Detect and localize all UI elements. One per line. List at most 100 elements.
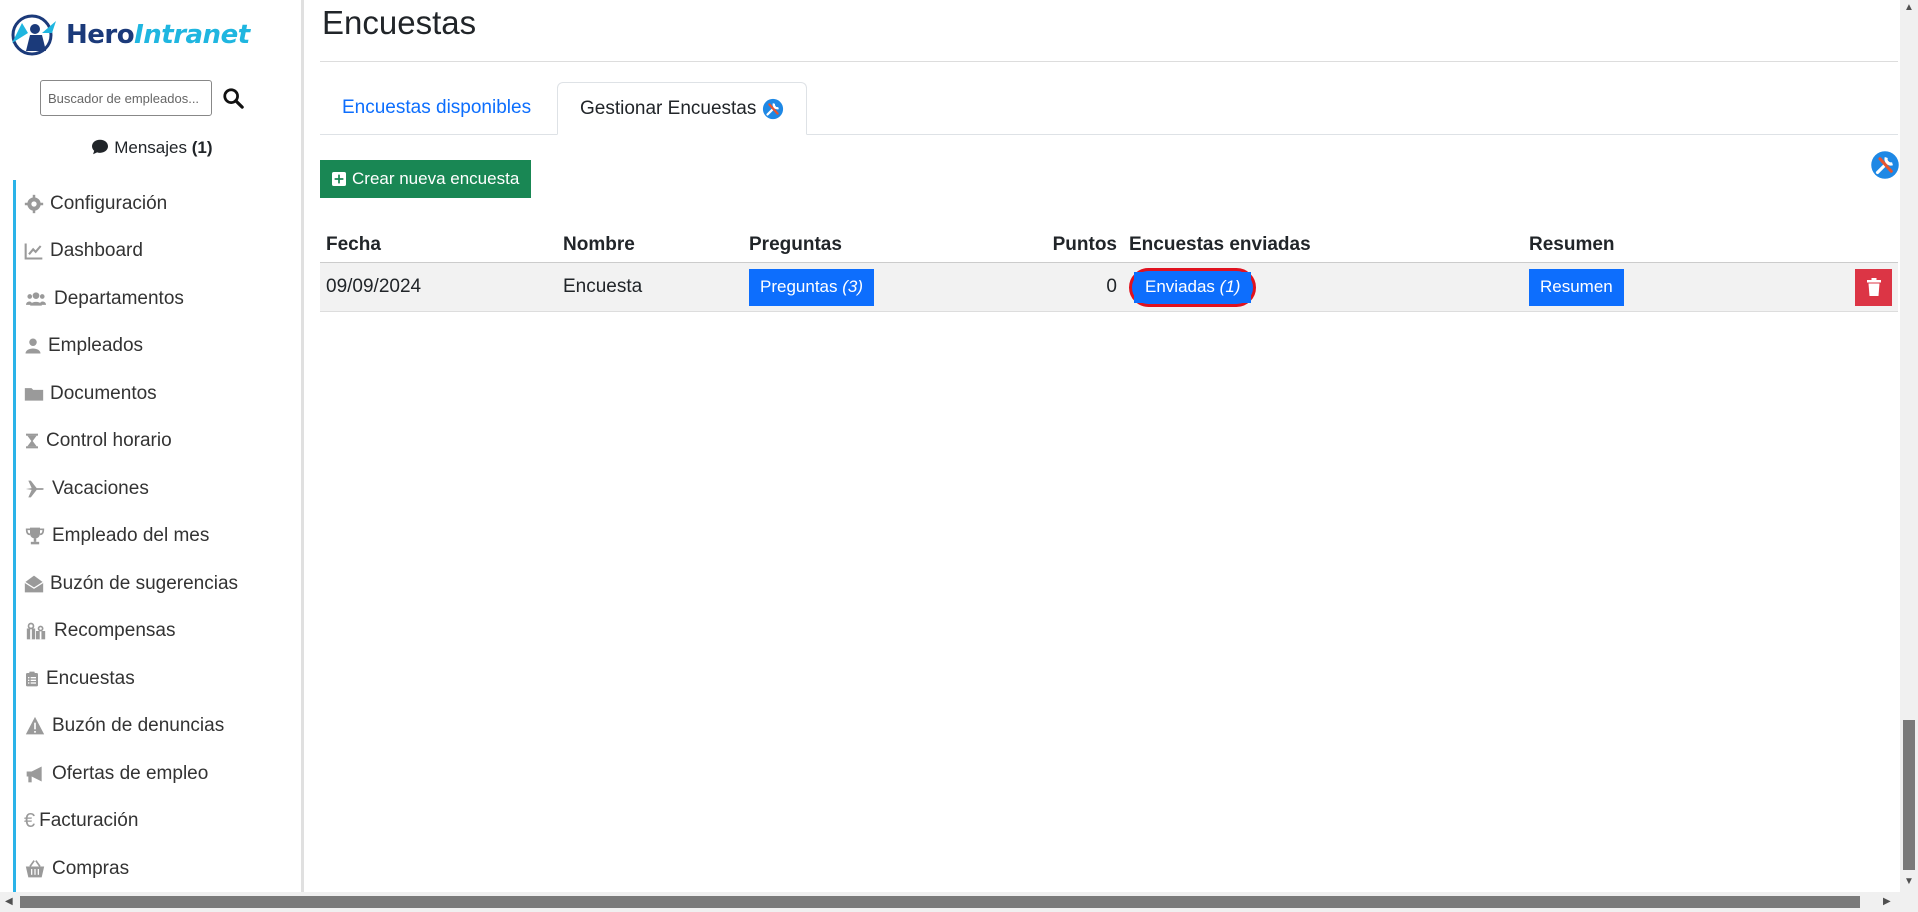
cell-actions (1793, 262, 1898, 312)
sidebar-item-label: Recompensas (54, 620, 176, 642)
scroll-right-arrow-icon[interactable]: ▶ (1883, 896, 1891, 907)
horizontal-scroll-thumb[interactable] (20, 896, 1860, 908)
header-encuestas-enviadas: Encuestas enviadas (1123, 228, 1523, 263)
sidebar-item-ofertas-empleo[interactable]: Ofertas de empleo (13, 750, 301, 798)
preguntas-label: Preguntas (760, 277, 838, 296)
sidebar-item-label: Control horario (46, 430, 172, 452)
cell-nombre: Encuesta (557, 262, 743, 312)
tab-label: Gestionar Encuestas (580, 97, 757, 119)
create-survey-label: Crear nueva encuesta (352, 169, 520, 188)
sidebar-item-facturacion[interactable]: € Facturación (13, 797, 301, 845)
sidebar-nav: Configuración Dashboard Departamentos Em… (13, 180, 301, 893)
sidebar-item-buzon-sugerencias[interactable]: Buzón de sugerencias (13, 560, 301, 608)
sidebar-item-label: Facturación (39, 810, 139, 832)
sidebar-item-label: Buzón de denuncias (52, 715, 225, 737)
plane-icon (25, 480, 44, 498)
cell-puntos: 0 (987, 262, 1123, 312)
table-header-row: Fecha Nombre Preguntas Puntos Encuestas … (320, 228, 1898, 263)
title-divider (320, 61, 1898, 62)
users-icon (26, 292, 46, 306)
sidebar-item-label: Ofertas de empleo (52, 762, 209, 784)
sidebar-item-label: Encuestas (46, 667, 135, 689)
hourglass-icon (26, 433, 38, 449)
messages-link[interactable]: Mensajes (1) (0, 138, 304, 158)
clipboard-list-icon (26, 671, 38, 687)
sidebar-item-label: Dashboard (50, 240, 143, 262)
euro-icon: € (24, 809, 36, 832)
sidebar-item-label: Compras (52, 857, 130, 879)
tab-gestionar-encuestas[interactable]: Gestionar Encuestas (557, 82, 808, 135)
user-icon (25, 338, 41, 354)
horizontal-scrollbar[interactable]: ◀ ▶ (0, 892, 1918, 912)
gifts-icon (26, 622, 46, 640)
employee-search (40, 80, 244, 116)
tab-label: Encuestas disponibles (342, 97, 532, 118)
sidebar-item-compras[interactable]: Compras (13, 845, 301, 893)
sidebar-item-empleado-del-mes[interactable]: Empleado del mes (13, 512, 301, 560)
sidebar-item-label: Configuración (50, 192, 168, 214)
header-preguntas: Preguntas (743, 228, 987, 263)
cell-enviadas: Enviadas (1) (1123, 262, 1523, 312)
vertical-scroll-thumb[interactable] (1903, 720, 1915, 870)
sidebar-item-dashboard[interactable]: Dashboard (13, 227, 301, 275)
trophy-icon (25, 527, 45, 545)
sidebar-item-buzon-denuncias[interactable]: Buzón de denuncias (13, 702, 301, 750)
messages-label: Mensajes (114, 138, 187, 157)
brand-name-part1: Hero (66, 20, 135, 50)
header-fecha: Fecha (320, 228, 557, 263)
gear-icon (24, 194, 44, 213)
sidebar-item-control-horario[interactable]: Control horario (13, 417, 301, 465)
sidebar-item-recompensas[interactable]: Recompensas (13, 607, 301, 655)
warning-icon (25, 717, 45, 735)
folder-icon (24, 387, 44, 401)
comment-icon (92, 139, 109, 155)
page-title: Encuestas (322, 4, 477, 41)
scroll-up-arrow-icon[interactable]: ▲ (1904, 2, 1914, 13)
sidebar-item-label: Departamentos (54, 287, 184, 309)
brand-name: HeroIntranet (66, 20, 250, 50)
basket-icon (25, 859, 45, 878)
scroll-down-arrow-icon[interactable]: ▼ (1904, 876, 1914, 887)
cell-resumen: Resumen (1523, 262, 1793, 312)
header-puntos: Puntos (987, 228, 1123, 263)
header-actions (1793, 228, 1898, 263)
cell-preguntas: Preguntas (3) (743, 262, 987, 312)
delete-button[interactable] (1855, 268, 1892, 306)
sidebar-item-label: Documentos (50, 382, 157, 404)
enviadas-count: (1) (1219, 277, 1241, 296)
preguntas-count: (3) (842, 277, 864, 296)
header-resumen: Resumen (1523, 228, 1793, 263)
envelope-open-icon (24, 575, 44, 593)
sidebar-item-label: Empleados (48, 335, 144, 357)
sidebar-item-label: Vacaciones (52, 477, 149, 499)
tab-bar: Encuestas disponibles Gestionar Encuesta… (320, 82, 1898, 135)
sidebar-item-departamentos[interactable]: Departamentos (13, 275, 301, 323)
resumen-label: Resumen (1540, 277, 1613, 296)
header-nombre: Nombre (557, 228, 743, 263)
vertical-scrollbar[interactable]: ▲ ▼ (1900, 0, 1918, 892)
search-icon[interactable] (222, 87, 244, 109)
tab-encuestas-disponibles[interactable]: Encuestas disponibles (320, 82, 553, 134)
resumen-button[interactable]: Resumen (1529, 268, 1624, 306)
create-survey-button[interactable]: Crear nueva encuesta (320, 160, 532, 198)
enviadas-button[interactable]: Enviadas (1) (1134, 271, 1252, 303)
chart-line-icon (24, 243, 43, 260)
table-row: 09/09/2024 Encuesta Preguntas (3) 0 Envi… (320, 262, 1898, 312)
sidebar-item-vacaciones[interactable]: Vacaciones (13, 465, 301, 513)
scroll-left-arrow-icon[interactable]: ◀ (5, 896, 13, 907)
logo[interactable]: HeroIntranet (8, 12, 250, 58)
sidebar-item-configuracion[interactable]: Configuración (13, 180, 301, 228)
brand-name-part2: Intranet (134, 20, 250, 50)
sidebar-item-documentos[interactable]: Documentos (13, 370, 301, 418)
enviadas-label: Enviadas (1145, 277, 1215, 296)
sidebar-item-label: Buzón de sugerencias (50, 572, 239, 594)
preguntas-button[interactable]: Preguntas (3) (749, 268, 875, 306)
sidebar: HeroIntranet Mensajes (1) Configuración … (0, 0, 304, 893)
trash-icon (1866, 278, 1881, 296)
sidebar-item-encuestas[interactable]: Encuestas (13, 655, 301, 703)
tools-icon (763, 98, 784, 119)
sidebar-item-empleados[interactable]: Empleados (13, 322, 301, 370)
settings-tools-icon[interactable] (1870, 150, 1900, 180)
highlight-ring: Enviadas (1) (1129, 267, 1257, 307)
search-input[interactable] (40, 80, 212, 116)
